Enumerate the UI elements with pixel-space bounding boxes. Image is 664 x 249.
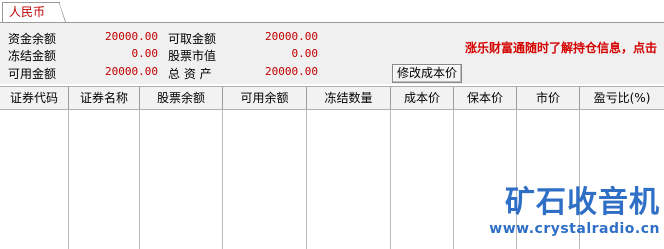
frozen-value: 0.00 [131, 47, 159, 60]
total-assets-value: 20000.00 [265, 65, 318, 78]
col-frozen-quantity[interactable]: 冻结数量 [307, 87, 391, 109]
col-security-code[interactable]: 证券代码 [0, 87, 69, 109]
watermark-url: www.crystalradio.cn [489, 221, 660, 237]
frozen-label: 冻结金额 [8, 49, 57, 63]
modify-cost-button[interactable]: 修改成本价 [392, 64, 462, 83]
col-breakeven-price[interactable]: 保本价 [454, 87, 517, 109]
col-market-price[interactable]: 市价 [517, 87, 580, 109]
column-divider [306, 109, 307, 249]
col-available-balance[interactable]: 可用余额 [223, 87, 307, 109]
total-assets-label: 总 资 产 [168, 67, 212, 81]
watermark-title: 矿石收音机 [505, 185, 660, 220]
col-profit-loss-ratio[interactable]: 盈亏比(%) [580, 87, 664, 109]
column-divider [453, 109, 454, 249]
withdrawable-label: 可取金额 [168, 32, 217, 46]
tab-rmb-label: 人民币 [9, 5, 46, 19]
column-divider [390, 109, 391, 249]
column-divider [139, 109, 140, 249]
stock-value-value: 0.00 [291, 47, 319, 60]
currency-tab-bar: 人民币 [0, 0, 664, 23]
funds-balance-value: 20000.00 [105, 30, 158, 43]
col-cost-price[interactable]: 成本价 [391, 87, 454, 109]
account-summary-panel: 资金余额 20000.00 可取金额 20000.00 冻结金额 0.00 股票… [0, 23, 664, 84]
available-label: 可用金额 [8, 67, 57, 81]
available-value: 20000.00 [105, 65, 158, 78]
tab-rmb[interactable]: 人民币 [2, 2, 66, 22]
column-divider [222, 109, 223, 249]
table-header: 证券代码 证券名称 股票余额 可用余额 冻结数量 成本价 保本价 市价 盈亏比(… [0, 87, 664, 110]
funds-balance-label: 资金余额 [8, 32, 57, 46]
column-divider [68, 109, 69, 249]
withdrawable-value: 20000.00 [265, 30, 318, 43]
col-security-name[interactable]: 证券名称 [69, 87, 140, 109]
watermark: 矿石收音机 www.crystalradio.cn [489, 186, 660, 238]
col-stock-balance[interactable]: 股票余额 [140, 87, 223, 109]
stock-value-label: 股票市值 [168, 49, 217, 63]
promo-notice[interactable]: 涨乐财富通随时了解持仓信息，点击 [465, 39, 657, 56]
